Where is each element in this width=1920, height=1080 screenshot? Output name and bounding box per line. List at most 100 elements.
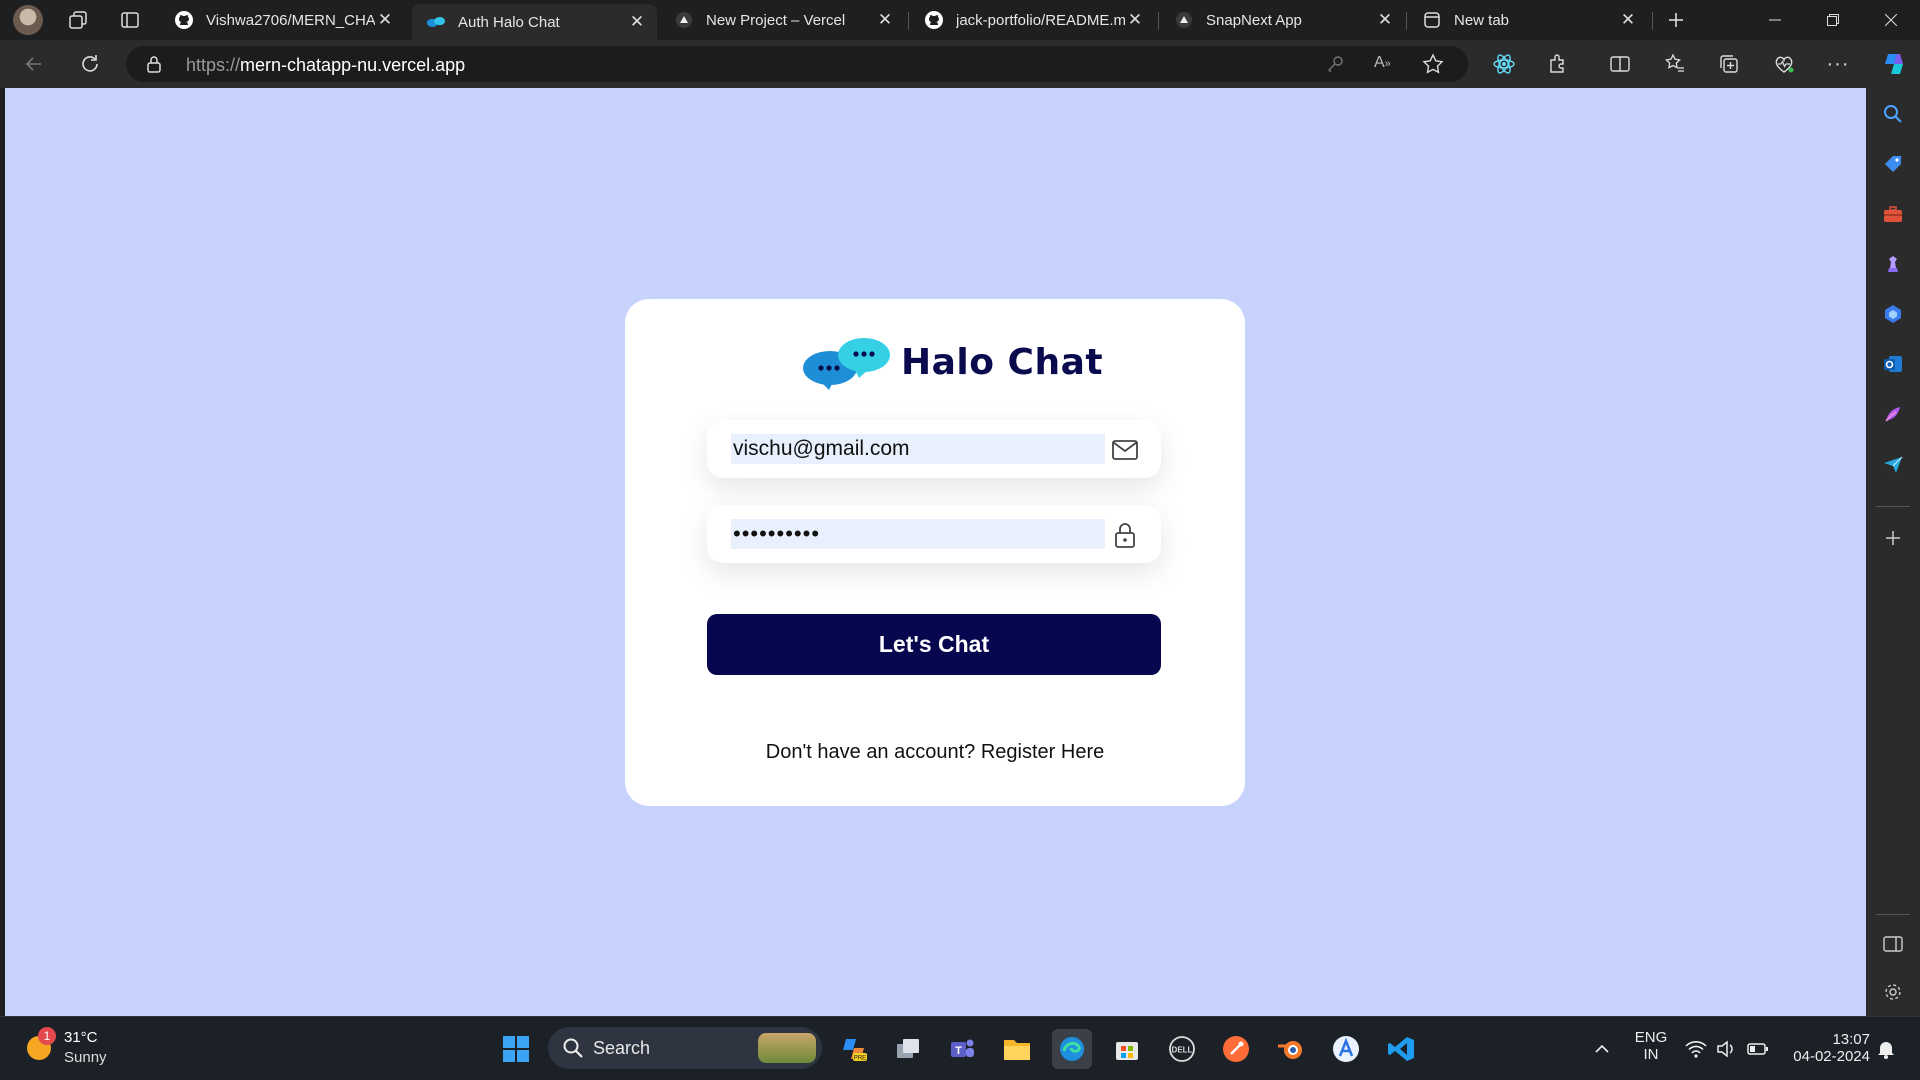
weather-badge: 1 xyxy=(38,1027,56,1045)
tab-close-icon[interactable]: ✕ xyxy=(375,10,395,30)
copilot-sidebar-icon[interactable] xyxy=(1877,298,1909,330)
restore-icon[interactable] xyxy=(1804,0,1862,40)
browser-toolbar: https://mern-chatapp-nu.vercel.app A» ··… xyxy=(0,40,1920,88)
hide-sidebar-icon[interactable] xyxy=(1877,928,1909,960)
edge-taskbar-icon[interactable] xyxy=(1052,1029,1092,1069)
language-indicator[interactable]: ENG IN xyxy=(1630,1029,1672,1063)
vertical-tabs-icon[interactable] xyxy=(110,4,150,36)
chat-bubbles-icon xyxy=(803,338,890,390)
weather-temp: 31°C xyxy=(64,1029,98,1046)
password-field-wrapper xyxy=(707,505,1161,563)
designer-icon[interactable] xyxy=(1877,398,1909,430)
tab-new-tab[interactable]: New tab ✕ xyxy=(1408,4,1648,36)
arc-app-icon[interactable] xyxy=(1326,1029,1366,1069)
sidebar-divider xyxy=(1876,506,1910,507)
start-windows-icon[interactable] xyxy=(496,1029,536,1069)
sidebar-add-icon[interactable] xyxy=(1877,522,1909,554)
profile-avatar[interactable] xyxy=(8,4,48,36)
tab-auth-halo-chat[interactable]: Auth Halo Chat ✕ xyxy=(412,4,657,40)
key-icon[interactable] xyxy=(1326,55,1344,78)
url-host: mern-chatapp-nu.vercel.app xyxy=(240,55,466,75)
url-text: https://mern-chatapp-nu.vercel.app xyxy=(186,55,465,76)
lock-icon xyxy=(1111,521,1139,549)
show-hidden-icons-chevron-icon[interactable] xyxy=(1582,1029,1622,1069)
tab-title: New tab xyxy=(1454,11,1510,29)
tab-close-icon[interactable]: ✕ xyxy=(875,10,895,30)
tab-snapnext-app[interactable]: SnapNext App ✕ xyxy=(1160,4,1405,36)
new-tab-plus-icon[interactable] xyxy=(1656,4,1696,36)
tab-title: SnapNext App xyxy=(1206,11,1302,29)
task-view-icon[interactable] xyxy=(888,1029,928,1069)
tab-github-readme[interactable]: jack-portfolio/README.md ✕ xyxy=(910,4,1155,36)
teams-icon[interactable]: T xyxy=(942,1029,982,1069)
tab-title: Auth Halo Chat xyxy=(458,13,560,31)
tab-separator xyxy=(908,12,909,30)
mail-icon xyxy=(1111,436,1139,464)
favorites-icon[interactable] xyxy=(1659,48,1691,80)
github-icon xyxy=(924,10,944,30)
file-explorer-icon[interactable] xyxy=(997,1029,1037,1069)
svg-text:PRE: PRE xyxy=(854,1056,866,1062)
vercel-icon xyxy=(1174,10,1194,30)
github-icon xyxy=(174,10,194,30)
shopping-tag-icon[interactable] xyxy=(1877,148,1909,180)
password-input[interactable] xyxy=(731,519,1105,549)
url-prefix: https:// xyxy=(186,55,241,75)
sidebar-settings-gear-icon[interactable] xyxy=(1877,976,1909,1008)
edge-sidebar xyxy=(1866,88,1920,1016)
address-bar[interactable]: https://mern-chatapp-nu.vercel.app A» xyxy=(126,46,1468,82)
copilot-icon[interactable] xyxy=(1878,48,1910,80)
tab-vercel-new-project[interactable]: New Project – Vercel ✕ xyxy=(660,4,905,36)
email-input[interactable] xyxy=(731,434,1105,464)
tab-github-mern-chat[interactable]: Vishwa2706/MERN_CHAT ✕ xyxy=(160,4,405,36)
svg-text:T: T xyxy=(955,1045,962,1057)
language-bottom: IN xyxy=(1643,1046,1659,1063)
vscode-icon[interactable] xyxy=(1381,1029,1421,1069)
tab-title: jack-portfolio/README.md xyxy=(956,11,1125,29)
clock-time: 13:07 xyxy=(1832,1031,1870,1048)
back-icon[interactable] xyxy=(18,48,50,80)
send-plane-icon[interactable] xyxy=(1877,448,1909,480)
extensions-icon[interactable] xyxy=(1542,48,1574,80)
workspaces-icon[interactable] xyxy=(58,4,98,36)
minimize-icon[interactable] xyxy=(1746,0,1804,40)
register-link[interactable]: Don't have an account? Register Here xyxy=(625,741,1245,764)
weather-desc: Sunny xyxy=(64,1049,107,1066)
ms-store-icon[interactable] xyxy=(1107,1029,1147,1069)
more-options-icon[interactable]: ··· xyxy=(1822,48,1854,80)
tab-separator xyxy=(1652,12,1653,30)
language-top: ENG xyxy=(1634,1029,1668,1046)
tab-close-icon[interactable]: ✕ xyxy=(1618,10,1638,30)
battery-icon[interactable] xyxy=(1738,1029,1778,1069)
copilot-pre-taskbar-icon[interactable]: PRE xyxy=(834,1029,874,1069)
sidebar-search-icon[interactable] xyxy=(1877,98,1909,130)
read-aloud-icon[interactable]: A» xyxy=(1374,54,1391,72)
outlook-icon[interactable] xyxy=(1877,348,1909,380)
postman-icon[interactable] xyxy=(1216,1029,1256,1069)
split-screen-icon[interactable] xyxy=(1604,48,1636,80)
dell-icon[interactable]: DELL xyxy=(1162,1029,1202,1069)
tools-briefcase-icon[interactable] xyxy=(1877,198,1909,230)
favorite-star-icon[interactable] xyxy=(1422,53,1444,80)
notification-bell-icon[interactable] xyxy=(1866,1029,1906,1069)
blender-icon[interactable] xyxy=(1271,1029,1311,1069)
tab-close-icon[interactable]: ✕ xyxy=(1375,10,1395,30)
browser-essentials-icon[interactable] xyxy=(1768,48,1800,80)
close-window-icon[interactable] xyxy=(1862,0,1920,40)
tab-close-icon[interactable]: ✕ xyxy=(627,12,647,32)
tab-title: Vishwa2706/MERN_CHAT xyxy=(206,11,375,29)
lets-chat-button[interactable]: Let's Chat xyxy=(707,614,1161,675)
halo-chat-favicon xyxy=(426,12,446,32)
tab-close-icon[interactable]: ✕ xyxy=(1125,10,1145,30)
taskbar-search[interactable]: Search xyxy=(548,1027,822,1069)
brand-name: Halo Chat xyxy=(901,341,1104,383)
collections-icon[interactable] xyxy=(1713,48,1745,80)
lock-icon[interactable] xyxy=(146,55,162,78)
react-devtools-icon[interactable] xyxy=(1488,48,1520,80)
refresh-icon[interactable] xyxy=(74,48,106,80)
clock[interactable]: 13:07 04-02-2024 xyxy=(1780,1031,1870,1065)
games-chess-icon[interactable] xyxy=(1877,248,1909,280)
search-icon xyxy=(562,1037,584,1064)
tab-separator xyxy=(1158,12,1159,30)
vercel-icon xyxy=(674,10,694,30)
